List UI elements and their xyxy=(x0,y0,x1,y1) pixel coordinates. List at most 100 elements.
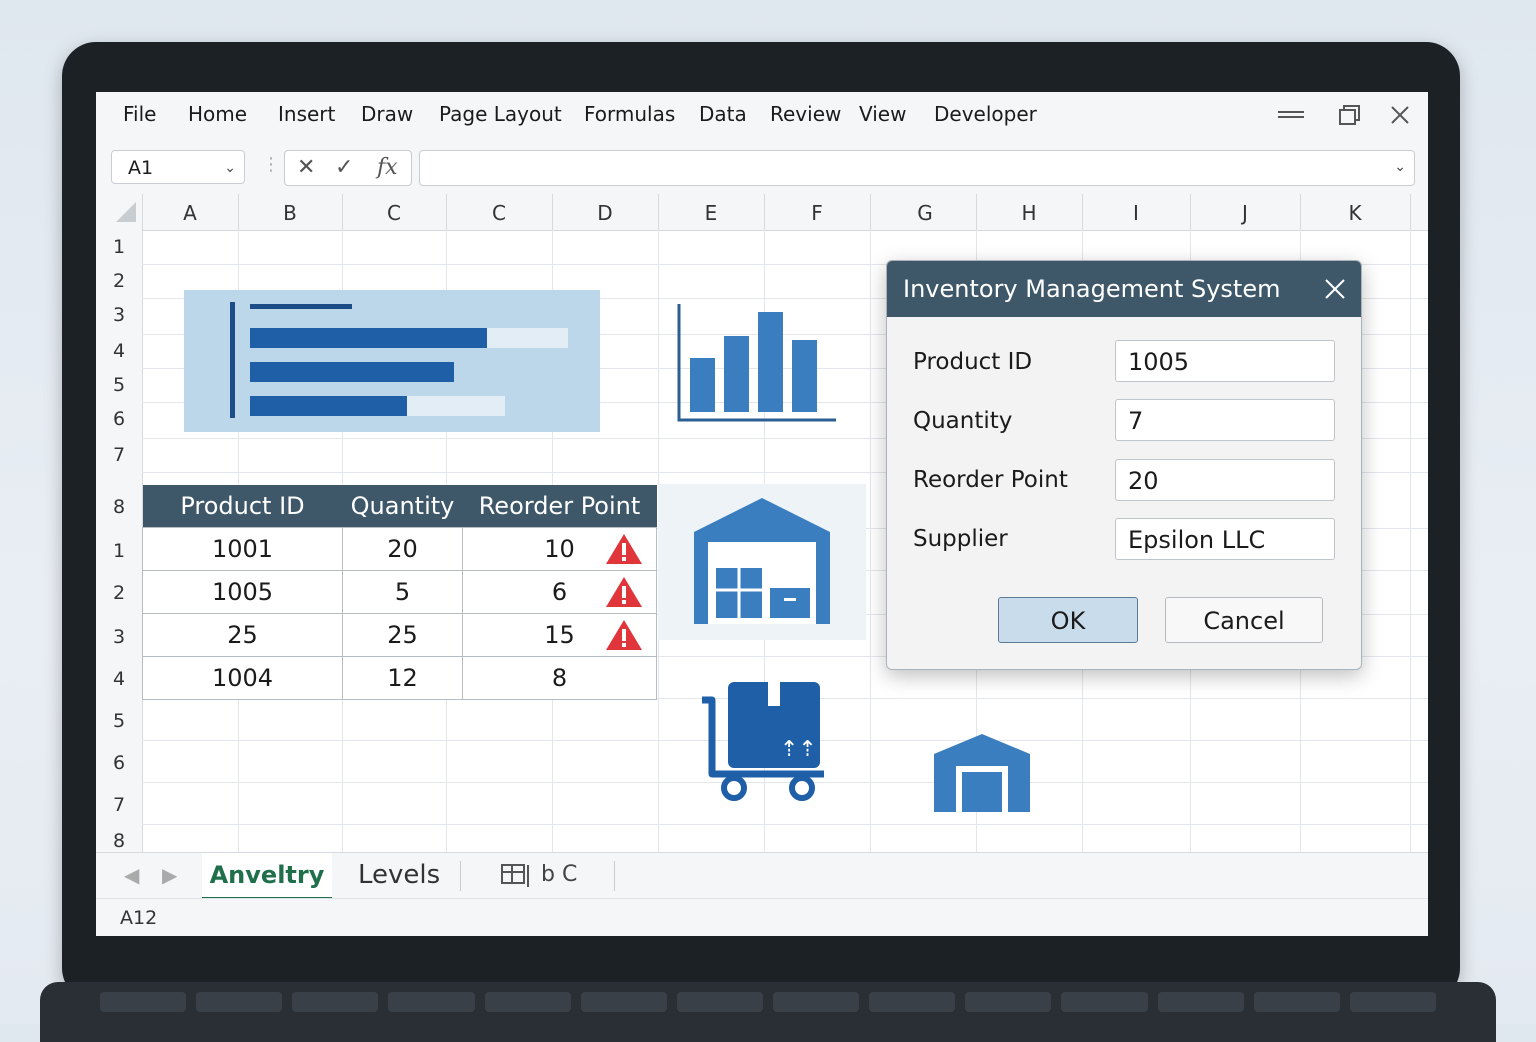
column-header[interactable]: J xyxy=(1190,201,1300,225)
chevron-down-icon[interactable]: ⌄ xyxy=(1394,159,1406,175)
table-row[interactable]: 25 25 15 xyxy=(142,613,657,657)
menu-data[interactable]: Data xyxy=(699,102,747,126)
column-header[interactable]: B xyxy=(238,201,342,225)
dialog-close-icon[interactable] xyxy=(1325,279,1345,299)
row-header[interactable]: 6 xyxy=(96,752,142,774)
cell-quantity[interactable]: 25 xyxy=(342,613,463,657)
column-header[interactable]: K xyxy=(1300,201,1410,225)
status-bar: A12 xyxy=(96,898,1428,936)
cell-quantity[interactable]: 5 xyxy=(342,570,463,614)
minimize-icon[interactable] xyxy=(1276,104,1306,124)
supplier-field[interactable]: Epsilon LLC xyxy=(1115,518,1335,560)
scroll-left-icon[interactable]: ◀ xyxy=(124,863,139,887)
row-header[interactable]: 5 xyxy=(96,710,142,732)
reorder-point-field[interactable]: 20 xyxy=(1115,459,1335,501)
select-all-icon[interactable] xyxy=(116,202,136,222)
cancel-button[interactable]: Cancel xyxy=(1165,597,1323,643)
header-quantity[interactable]: Quantity xyxy=(342,485,463,528)
reorder-value: 10 xyxy=(544,535,575,563)
header-product-id[interactable]: Product ID xyxy=(142,485,343,528)
inventory-dialog: Inventory Management System Product ID 1… xyxy=(886,260,1362,670)
menu-insert[interactable]: Insert xyxy=(278,102,335,126)
formula-bar: A1 ⌄ ⋮ ✕ ✓ fx ⌄ xyxy=(96,138,1428,194)
header-reorder-point[interactable]: Reorder Point xyxy=(462,485,657,528)
column-header[interactable]: H xyxy=(976,201,1082,225)
menu-view[interactable]: View xyxy=(859,102,906,126)
menu-home[interactable]: Home xyxy=(188,102,247,126)
row-header[interactable]: 1 xyxy=(96,236,142,258)
cell-reorder-point[interactable]: 6 xyxy=(462,570,657,614)
column-header[interactable]: F xyxy=(764,201,870,225)
cell-product-id[interactable]: 1005 xyxy=(142,570,343,614)
table-row[interactable]: 1005 5 6 xyxy=(142,570,657,614)
row-header[interactable]: 2 xyxy=(96,270,142,292)
row-headers: 1 2 3 4 5 6 7 8 1 2 3 4 5 6 7 8 xyxy=(96,230,143,852)
keyboard xyxy=(40,982,1496,1042)
chevron-down-icon[interactable]: ⌄ xyxy=(224,151,236,185)
row-header[interactable]: 6 xyxy=(96,408,142,430)
sheet-icon xyxy=(501,864,529,887)
menu-page-layout[interactable]: Page Layout xyxy=(439,102,562,126)
svg-text:⇡⇡: ⇡⇡ xyxy=(780,737,817,762)
row-header[interactable]: 5 xyxy=(96,374,142,396)
menu-developer[interactable]: Developer xyxy=(934,102,1037,126)
column-headers: A B C C D E F G H I J K xyxy=(96,194,1428,231)
row-header[interactable]: 4 xyxy=(96,340,142,362)
column-header[interactable]: E xyxy=(658,201,764,225)
column-header[interactable]: A xyxy=(142,201,238,225)
cell-quantity[interactable]: 12 xyxy=(342,656,463,700)
sheet-tabs: ◀ ▶ Anveltry Levels b C xyxy=(96,852,1428,900)
field-label-quantity: Quantity xyxy=(913,408,1013,434)
small-warehouse-icon xyxy=(934,734,1030,812)
cell-product-id[interactable]: 1001 xyxy=(142,527,343,571)
tab-third[interactable]: b C xyxy=(500,853,577,897)
formula-input[interactable]: ⌄ xyxy=(419,150,1415,186)
menu-formulas[interactable]: Formulas xyxy=(584,102,675,126)
check-icon[interactable]: ✓ xyxy=(335,155,353,180)
column-header[interactable]: D xyxy=(552,201,658,225)
menu-file[interactable]: File xyxy=(123,102,156,126)
row-header[interactable]: 3 xyxy=(96,626,142,648)
cell-quantity[interactable]: 20 xyxy=(342,527,463,571)
column-header[interactable]: G xyxy=(870,201,980,225)
cell-reorder-point[interactable]: 10 xyxy=(462,527,657,571)
row-header[interactable]: 4 xyxy=(96,668,142,690)
row-header[interactable]: 8 xyxy=(96,496,142,518)
formula-buttons: ✕ ✓ fx xyxy=(284,150,412,186)
restore-icon[interactable] xyxy=(1338,104,1362,126)
product-id-field[interactable]: 1005 xyxy=(1115,340,1335,382)
row-header[interactable]: 1 xyxy=(96,540,142,562)
drag-handle-icon[interactable]: ⋮ xyxy=(262,154,280,175)
ok-button[interactable]: OK xyxy=(998,597,1138,643)
close-icon[interactable] xyxy=(1390,105,1410,125)
spreadsheet-window: File Home Insert Draw Page Layout Formul… xyxy=(96,92,1428,936)
tab-levels[interactable]: Levels xyxy=(358,853,440,897)
function-icon[interactable]: fx xyxy=(377,155,398,180)
cancel-icon[interactable]: ✕ xyxy=(297,155,315,180)
bar-chart-graphic xyxy=(230,302,568,418)
scroll-right-icon[interactable]: ▶ xyxy=(162,863,177,887)
tab-anveltry[interactable]: Anveltry xyxy=(202,853,332,900)
row-header[interactable]: 7 xyxy=(96,444,142,466)
cell-product-id[interactable]: 1004 xyxy=(142,656,343,700)
quantity-field[interactable]: 7 xyxy=(1115,399,1335,441)
hand-truck-icon: ⇡⇡ xyxy=(702,682,824,801)
row-header[interactable]: 8 xyxy=(96,830,142,852)
column-header[interactable]: I xyxy=(1082,201,1190,225)
field-label-reorder-point: Reorder Point xyxy=(913,467,1068,493)
row-header[interactable]: 7 xyxy=(96,794,142,816)
row-header[interactable]: 2 xyxy=(96,582,142,604)
column-chart-icon xyxy=(677,304,836,422)
menu-bar: File Home Insert Draw Page Layout Formul… xyxy=(96,92,1428,139)
column-header[interactable]: C xyxy=(446,201,552,225)
cell-reorder-point[interactable]: 8 xyxy=(462,656,657,700)
column-header[interactable]: C xyxy=(342,201,446,225)
cell-reorder-point[interactable]: 15 xyxy=(462,613,657,657)
table-row[interactable]: 1001 20 10 xyxy=(142,527,657,571)
menu-review[interactable]: Review xyxy=(770,102,841,126)
menu-draw[interactable]: Draw xyxy=(361,102,413,126)
table-row[interactable]: 1004 12 8 xyxy=(142,656,657,700)
name-box[interactable]: A1 ⌄ xyxy=(111,150,245,184)
row-header[interactable]: 3 xyxy=(96,304,142,326)
cell-product-id[interactable]: 25 xyxy=(142,613,343,657)
